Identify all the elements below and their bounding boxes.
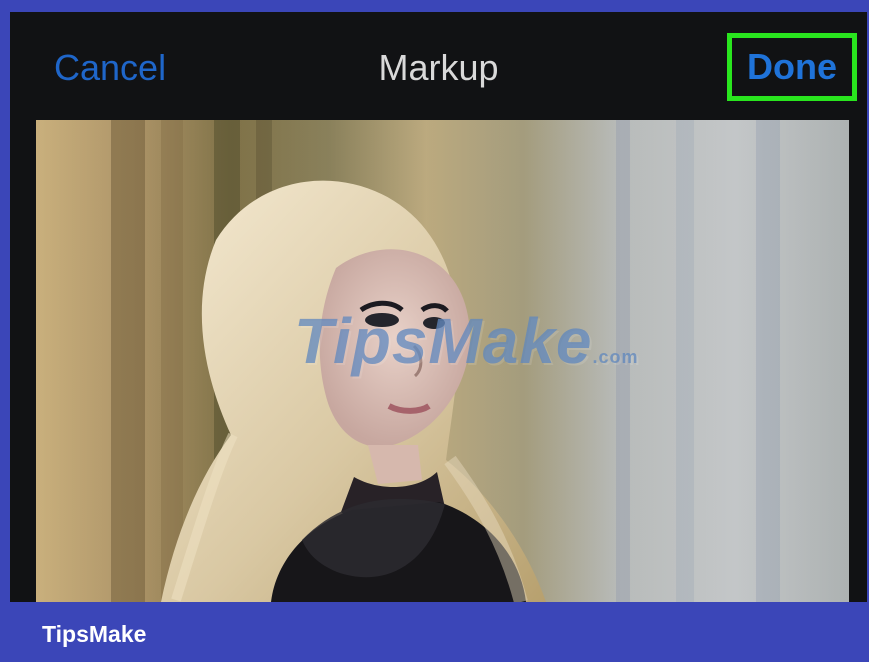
tutorial-frame: Cancel Markup Done TipsMake.com TipsMake bbox=[0, 0, 869, 662]
done-button[interactable]: Done bbox=[747, 47, 837, 87]
done-highlight-box: Done bbox=[727, 33, 857, 101]
footer-brand: TipsMake bbox=[42, 621, 147, 647]
watermark-suffix: .com bbox=[592, 347, 639, 367]
watermark-brand: TipsMake bbox=[294, 305, 593, 377]
watermark-logo: TipsMake.com bbox=[294, 304, 639, 378]
navigation-bar: Cancel Markup Done bbox=[10, 12, 867, 120]
markup-image-canvas[interactable]: TipsMake.com bbox=[36, 120, 849, 602]
markup-screen: Cancel Markup Done TipsMake.com bbox=[10, 12, 867, 602]
